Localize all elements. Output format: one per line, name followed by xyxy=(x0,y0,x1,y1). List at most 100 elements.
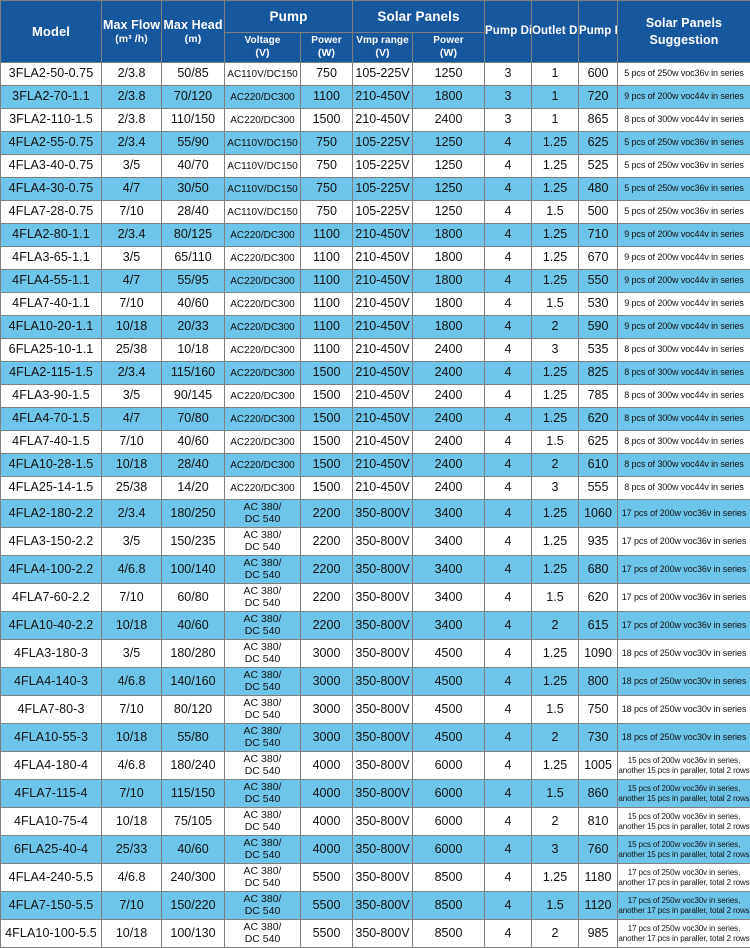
cell-head: 75/105 xyxy=(162,808,225,836)
voltage-line2: DC 540 xyxy=(225,542,300,554)
table-row: 4FLA7-28-0.757/1028/40AC110V/DC150750105… xyxy=(1,201,750,224)
cell-vmp: 210-450V xyxy=(353,385,413,408)
cell-outlet_dia: 1.5 xyxy=(532,892,579,920)
cell-head: 10/18 xyxy=(162,339,225,362)
table-row: 4FLA7-40-1.57/1040/60AC220/DC3001500210-… xyxy=(1,431,750,454)
cell-outlet_dia: 1 xyxy=(532,86,579,109)
cell-pump_dia: 4 xyxy=(485,892,532,920)
cell-sp_power: 3400 xyxy=(413,500,485,528)
cell-pump_dia: 3 xyxy=(485,109,532,132)
cell-head: 100/130 xyxy=(162,920,225,948)
cell-flow: 25/38 xyxy=(102,477,162,500)
cell-pump_dia: 4 xyxy=(485,556,532,584)
table-row: 4FLA2-55-0.752/3.455/90AC110V/DC15075010… xyxy=(1,132,750,155)
cell-pump_dia: 4 xyxy=(485,385,532,408)
cell-head: 90/145 xyxy=(162,385,225,408)
cell-pump_power: 1500 xyxy=(301,408,353,431)
cell-pump_power: 3000 xyxy=(301,696,353,724)
suggestion-line1: 15 pcs of 200w voc36v in series, xyxy=(618,840,750,850)
cell-sp_power: 8500 xyxy=(413,920,485,948)
cell-suggestion: 9 pcs of 200w voc44v in series xyxy=(618,316,750,339)
suggestion-line1: 15 pcs of 200w voc36v in series, xyxy=(618,812,750,822)
cell-outlet_dia: 1 xyxy=(532,63,579,86)
cell-height: 625 xyxy=(579,431,618,454)
cell-sp_power: 4500 xyxy=(413,668,485,696)
table-row: 4FLA10-55-310/1855/80AC 380/DC 540300035… xyxy=(1,724,750,752)
voltage-line2: DC 540 xyxy=(225,514,300,526)
cell-voltage: AC 380/DC 540 xyxy=(225,500,301,528)
cell-flow: 4/6.8 xyxy=(102,864,162,892)
cell-model: 4FLA3-65-1.1 xyxy=(1,247,102,270)
cell-height: 730 xyxy=(579,724,618,752)
cell-flow: 10/18 xyxy=(102,454,162,477)
cell-pump_dia: 4 xyxy=(485,454,532,477)
cell-head: 180/250 xyxy=(162,500,225,528)
cell-head: 65/110 xyxy=(162,247,225,270)
cell-vmp: 350-800V xyxy=(353,612,413,640)
cell-outlet_dia: 1.25 xyxy=(532,752,579,780)
vmp-range-label: Vmp range xyxy=(356,35,409,46)
table-row: 3FLA2-50-0.752/3.850/85AC110V/DC15075010… xyxy=(1,63,750,86)
pump-dia-line2: Dia xyxy=(521,25,532,37)
cell-flow: 7/10 xyxy=(102,696,162,724)
voltage-line2: DC 540 xyxy=(225,598,300,610)
cell-flow: 2/3.4 xyxy=(102,362,162,385)
cell-pump_power: 3000 xyxy=(301,724,353,752)
cell-pump_dia: 4 xyxy=(485,293,532,316)
voltage-line2: DC 540 xyxy=(225,710,300,722)
cell-pump_dia: 4 xyxy=(485,920,532,948)
cell-flow: 10/18 xyxy=(102,808,162,836)
table-row: 4FLA3-65-1.13/565/110AC220/DC3001100210-… xyxy=(1,247,750,270)
cell-vmp: 210-450V xyxy=(353,339,413,362)
cell-outlet_dia: 1.5 xyxy=(532,584,579,612)
cell-model: 4FLA3-180-3 xyxy=(1,640,102,668)
cell-sp_power: 4500 xyxy=(413,640,485,668)
cell-model: 4FLA2-80-1.1 xyxy=(1,224,102,247)
cell-model: 4FLA10-100-5.5 xyxy=(1,920,102,948)
cell-head: 150/235 xyxy=(162,528,225,556)
table-row: 4FLA4-30-0.754/730/50AC110V/DC150750105-… xyxy=(1,178,750,201)
vmp-range-unit: (V) xyxy=(353,47,412,59)
cell-flow: 4/6.8 xyxy=(102,556,162,584)
cell-head: 115/160 xyxy=(162,362,225,385)
cell-suggestion: 15 pcs of 200w voc36v in series,another … xyxy=(618,808,750,836)
voltage-line2: DC 540 xyxy=(225,850,300,862)
cell-height: 810 xyxy=(579,808,618,836)
cell-sp_power: 1800 xyxy=(413,247,485,270)
cell-outlet_dia: 3 xyxy=(532,339,579,362)
table-row: 4FLA4-140-34/6.8140/160AC 380/DC 5403000… xyxy=(1,668,750,696)
cell-flow: 2/3.4 xyxy=(102,132,162,155)
cell-vmp: 210-450V xyxy=(353,224,413,247)
cell-pump_dia: 4 xyxy=(485,640,532,668)
cell-suggestion: 9 pcs of 200w voc44v in series xyxy=(618,224,750,247)
voltage-line1: AC 380/ xyxy=(225,726,300,738)
cell-height: 550 xyxy=(579,270,618,293)
voltage-line1: AC 380/ xyxy=(225,782,300,794)
cell-voltage: AC 380/DC 540 xyxy=(225,584,301,612)
cell-flow: 7/10 xyxy=(102,201,162,224)
cell-pump_dia: 3 xyxy=(485,86,532,109)
cell-sp_power: 3400 xyxy=(413,556,485,584)
cell-pump_power: 4000 xyxy=(301,780,353,808)
column-header-pump-power: Power (W) xyxy=(301,33,353,63)
cell-pump_power: 2200 xyxy=(301,528,353,556)
cell-vmp: 210-450V xyxy=(353,109,413,132)
cell-voltage: AC110V/DC150 xyxy=(225,132,301,155)
cell-sp_power: 1250 xyxy=(413,155,485,178)
cell-voltage: AC110V/DC150 xyxy=(225,63,301,86)
cell-head: 240/300 xyxy=(162,864,225,892)
cell-sp_power: 8500 xyxy=(413,892,485,920)
cell-voltage: AC220/DC300 xyxy=(225,247,301,270)
cell-pump_dia: 3 xyxy=(485,63,532,86)
cell-sp_power: 2400 xyxy=(413,408,485,431)
cell-vmp: 210-450V xyxy=(353,247,413,270)
cell-head: 55/90 xyxy=(162,132,225,155)
suggestion-line2: another 15 pcs in paraller, total 2 rows xyxy=(618,794,750,804)
cell-sp_power: 2400 xyxy=(413,362,485,385)
column-header-pump-height: Pump Height (mm) xyxy=(579,1,618,63)
cell-head: 28/40 xyxy=(162,454,225,477)
table-row: 4FLA10-40-2.210/1840/60AC 380/DC 5402200… xyxy=(1,612,750,640)
cell-vmp: 210-450V xyxy=(353,477,413,500)
cell-vmp: 210-450V xyxy=(353,408,413,431)
cell-flow: 10/18 xyxy=(102,316,162,339)
